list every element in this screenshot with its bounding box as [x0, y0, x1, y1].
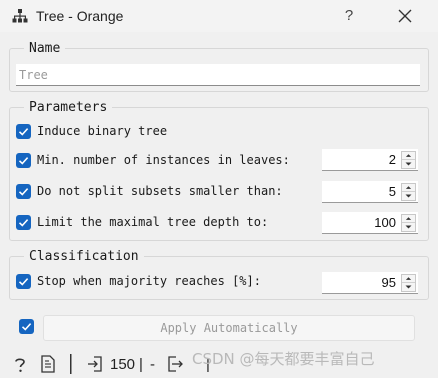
check-icon [18, 157, 29, 165]
min-instances-label: Min. number of instances in leaves: [37, 153, 290, 167]
min-split-value: 5 [388, 184, 396, 199]
output-signal-icon [168, 356, 183, 372]
spin-arrows [401, 214, 416, 232]
majority-stop-label: Stop when majority reaches [%]: [37, 274, 261, 288]
spin-arrows [401, 183, 416, 201]
spin-down-icon[interactable] [402, 192, 415, 200]
auto-apply-checkbox[interactable] [19, 319, 34, 334]
title-bar: Tree - Orange ? [0, 0, 438, 32]
induce-binary-tree-checkbox[interactable] [16, 124, 31, 139]
spin-up-icon[interactable] [402, 184, 415, 192]
induce-binary-tree-label: Induce binary tree [37, 124, 168, 138]
window-title: Tree - Orange [36, 8, 124, 24]
min-split-label: Do not split subsets smaller than: [37, 184, 283, 198]
check-icon [21, 323, 32, 331]
min-instances-checkbox[interactable] [16, 153, 31, 168]
min-instances-value: 2 [388, 152, 396, 167]
majority-stop-spinbox[interactable]: 95 [322, 272, 418, 294]
input-signal-icon [88, 356, 102, 372]
spin-down-icon[interactable] [402, 283, 415, 291]
tree-icon [12, 9, 28, 23]
help-question-icon[interactable] [12, 356, 28, 374]
check-icon [18, 128, 29, 136]
min-split-spinbox[interactable]: 5 [322, 181, 418, 203]
status-separator: | [139, 356, 143, 373]
spin-down-icon[interactable] [402, 223, 415, 231]
spin-down-icon[interactable] [402, 160, 415, 168]
check-icon [18, 219, 29, 227]
min-split-checkbox[interactable] [16, 184, 31, 199]
max-depth-value: 100 [374, 215, 396, 230]
spin-up-icon[interactable] [402, 215, 415, 223]
spin-up-icon[interactable] [402, 152, 415, 160]
close-icon[interactable] [394, 5, 416, 27]
min-instances-spinbox[interactable]: 2 [322, 149, 418, 171]
max-depth-checkbox[interactable] [16, 215, 31, 230]
divider [70, 354, 72, 374]
instance-count: 150 [110, 356, 136, 373]
check-icon [18, 188, 29, 196]
watermark: CSDN @每天都要丰富自己 [192, 350, 375, 368]
max-depth-spinbox[interactable]: 100 [322, 212, 418, 234]
output-count: - [150, 356, 155, 373]
parameters-group-title: Parameters [24, 101, 113, 115]
report-icon[interactable] [40, 355, 56, 373]
spin-arrows [401, 274, 416, 292]
classification-group-title: Classification [24, 250, 144, 264]
apply-automatically-button[interactable]: Apply Automatically [43, 315, 415, 341]
spin-arrows [401, 151, 416, 169]
name-group-title: Name [24, 42, 66, 56]
majority-stop-value: 95 [381, 275, 396, 290]
help-button[interactable]: ? [338, 5, 360, 27]
max-depth-label: Limit the maximal tree depth to: [37, 215, 269, 229]
name-input[interactable] [16, 64, 420, 86]
spin-up-icon[interactable] [402, 275, 415, 283]
check-icon [18, 278, 29, 286]
majority-stop-checkbox[interactable] [16, 274, 31, 289]
